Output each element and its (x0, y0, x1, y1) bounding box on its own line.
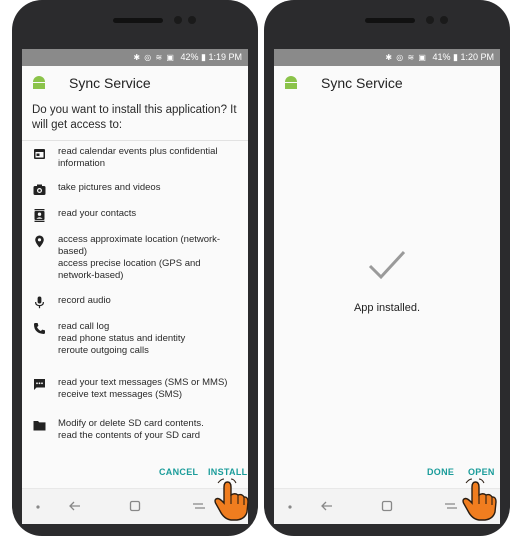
folder-icon (33, 421, 46, 431)
battery-level: 41% (432, 52, 451, 62)
permission-line: receive text messages (SMS) (58, 389, 183, 400)
tap-hand-icon (462, 478, 497, 521)
home-icon[interactable] (128, 499, 142, 513)
permission-line: read phone status and identity (58, 333, 186, 344)
battery-icon: ▮ (453, 52, 458, 62)
status-bar: ✱ ◎ ≋ ▣ 42% ▮ 1:19 PM (22, 49, 248, 66)
divider (22, 140, 248, 141)
tap-hand-icon (214, 478, 249, 521)
home-icon[interactable] (380, 499, 394, 513)
permission-line: read your contacts (58, 208, 137, 219)
front-sensor (426, 16, 434, 24)
phone-icon (34, 323, 45, 334)
calendar-icon (34, 149, 45, 159)
status-time: 1:20 PM (460, 52, 494, 62)
recents-icon[interactable] (192, 499, 206, 513)
install-question: Do you want to install this application?… (32, 104, 237, 131)
installed-message: App installed. (353, 302, 421, 314)
location-icon (35, 235, 44, 248)
back-icon[interactable] (68, 499, 82, 513)
permission-line: read calendar events plus confidential (58, 146, 218, 157)
status-icons: ✱ ◎ ≋ ▣ (133, 53, 175, 62)
cancel-button[interactable]: CANCEL (159, 467, 198, 481)
permission-line: Modify or delete SD card contents. (58, 418, 204, 429)
permission-line: reroute outgoing calls (58, 345, 149, 356)
installed-screen: ✱ ◎ ≋ ▣ 41% ▮ 1:20 PM Sync Service App i… (274, 49, 500, 524)
permission-line: take pictures and videos (58, 182, 161, 193)
battery-icon: ▮ (201, 52, 206, 62)
install-screen: ✱ ◎ ≋ ▣ 42% ▮ 1:19 PM Sync Service Do yo… (22, 49, 248, 524)
permission-line: record audio (58, 295, 111, 306)
app-title: Sync Service (69, 75, 151, 91)
battery-level: 42% (180, 52, 199, 62)
done-button[interactable]: DONE (427, 467, 454, 481)
back-icon[interactable] (320, 499, 334, 513)
android-icon (285, 76, 297, 89)
status-icons: ✱ ◎ ≋ ▣ (385, 53, 427, 62)
contacts-icon (34, 209, 45, 222)
microphone-icon (35, 296, 44, 309)
permission-line: access approximate location (network- (58, 234, 221, 245)
front-camera (440, 16, 448, 24)
dot-icon[interactable] (31, 499, 45, 513)
status-bar: ✱ ◎ ≋ ▣ 41% ▮ 1:20 PM (274, 49, 500, 66)
left-phone: ✱ ◎ ≋ ▣ 42% ▮ 1:19 PM Sync Service Do yo… (12, 0, 258, 536)
permission-line: based) (58, 246, 88, 257)
permission-line: read call log (58, 321, 110, 332)
front-camera (188, 16, 196, 24)
recents-icon[interactable] (444, 499, 458, 513)
permission-line: information (58, 158, 105, 169)
permission-line: read your text messages (SMS or MMS) (58, 377, 228, 388)
speaker-grille (113, 18, 163, 23)
app-header: Sync Service (274, 73, 500, 95)
checkmark-icon (368, 250, 406, 280)
app-title: Sync Service (321, 75, 403, 91)
permission-line: network-based) (58, 270, 124, 281)
sms-icon (34, 379, 45, 390)
camera-icon (33, 184, 46, 195)
right-phone: ✱ ◎ ≋ ▣ 41% ▮ 1:20 PM Sync Service App i… (264, 0, 510, 536)
permission-line: access precise location (GPS and (58, 258, 201, 269)
status-time: 1:19 PM (208, 52, 242, 62)
app-header: Sync Service (22, 73, 248, 95)
permission-line: read the contents of your SD card (58, 430, 201, 441)
dot-icon[interactable] (283, 499, 297, 513)
front-sensor (174, 16, 182, 24)
android-icon (33, 76, 45, 89)
speaker-grille (365, 18, 415, 23)
